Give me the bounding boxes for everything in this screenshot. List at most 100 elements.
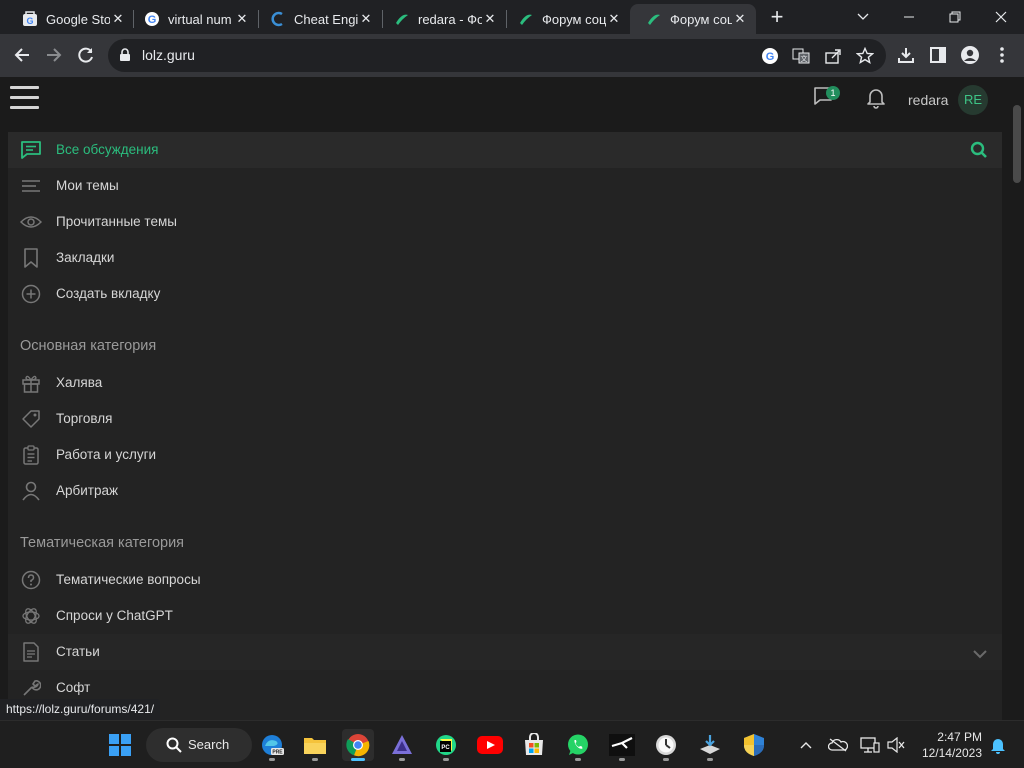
start-button[interactable] [104,729,136,761]
windows-taskbar: Search PRE PC 2:47 PM 12/14/2023 [0,720,1024,768]
avatar[interactable]: RE [958,85,988,115]
restore-button[interactable] [932,0,978,34]
tab-google-store[interactable]: G Google Sto ✕ [6,4,134,34]
nav-label: Работа и услуги [56,447,157,462]
tab-virtual-num[interactable]: G virtual num ✕ [128,4,258,34]
svg-text:文: 文 [801,54,808,63]
tab-title: Форум соц [670,11,732,27]
nav-label: Создать вкладку [56,286,161,301]
clock-date: 12/14/2023 [921,746,982,760]
hamburger-menu-icon[interactable] [10,86,39,111]
close-icon[interactable]: ✕ [732,11,748,27]
tab-redara[interactable]: redara - Фо ✕ [378,4,506,34]
nav-label: Тематические вопросы [56,572,201,587]
close-icon[interactable]: ✕ [234,11,250,27]
new-tab-button[interactable]: + [764,5,790,31]
close-icon[interactable]: ✕ [606,11,622,27]
chrome-app[interactable] [342,729,374,761]
tab-search-button[interactable] [840,0,886,34]
google-lens-icon[interactable]: G [758,44,782,68]
url-text: lolz.guru [142,47,195,63]
chrome-icon [346,734,370,757]
close-icon[interactable]: ✕ [482,11,498,27]
microsoft-store-app[interactable] [518,729,550,761]
store-icon [525,733,543,755]
nav-freebies[interactable]: Халява [8,365,1002,401]
nav-label: Мои темы [56,178,119,193]
nav-read-threads[interactable]: Прочитанные темы [8,204,1002,240]
nav-arbitrage[interactable]: Арбитраж [8,473,1002,509]
edge-dev-app[interactable]: PRE [256,729,288,761]
nav-work-services[interactable]: Работа и услуги [8,437,1002,473]
downloads-button[interactable] [892,41,920,69]
search-icon[interactable] [970,141,988,164]
svg-text:G: G [766,51,775,63]
chevron-up-icon[interactable] [794,733,818,757]
gift-icon [20,373,42,393]
scrollbar-thumb[interactable] [1013,105,1021,183]
minimize-button[interactable] [886,0,932,34]
windows-security-app[interactable] [738,729,770,761]
arrow-right-icon [47,48,62,62]
lolz-icon [518,11,534,27]
side-panel-button[interactable] [924,41,952,69]
nav-ask-chatgpt[interactable]: Спроси у ChatGPT [8,598,1002,634]
tab-forum-1[interactable]: Форум соц ✕ [502,4,630,34]
tab-cheat-engine[interactable]: Cheat Engi ✕ [254,4,382,34]
star-icon[interactable] [853,44,877,68]
arrow-left-icon [14,48,29,62]
nav-trade[interactable]: Торговля [8,401,1002,437]
display-icon[interactable] [858,733,882,757]
notification-bell-icon[interactable] [986,733,1010,757]
share-icon[interactable] [821,44,845,68]
close-icon[interactable]: ✕ [358,11,374,27]
menu-button[interactable] [988,41,1016,69]
shield-icon [744,734,764,756]
clock-app[interactable] [650,729,682,761]
scrollbar-track[interactable] [1010,99,1024,720]
folder-icon [304,738,326,754]
pycharm-app[interactable]: PC [430,729,462,761]
nav-my-threads[interactable]: Мои темы [8,168,1002,204]
notification-count-badge: 1 [826,86,840,100]
forward-button[interactable] [40,41,68,69]
google-icon: G [144,11,160,27]
back-button[interactable] [8,41,36,69]
close-window-button[interactable] [978,0,1024,34]
affinity-icon [392,735,412,754]
close-icon[interactable]: ✕ [110,11,126,27]
windows-icon [109,734,131,756]
chevron-down-icon [857,13,869,20]
nav-create-tab[interactable]: Создать вкладку [8,276,1002,312]
taskbar-search[interactable]: Search [146,728,252,762]
address-bar[interactable]: lolz.guru G 文 [108,39,886,72]
nav-label: Статьи [56,644,100,659]
nav-all-discussions[interactable]: Все обсуждения [8,132,1002,168]
nav-thematic-questions[interactable]: Тематические вопросы [8,562,1002,598]
profile-button[interactable] [956,41,984,69]
question-icon [20,570,42,590]
username[interactable]: redara [908,92,948,108]
steam-app[interactable] [606,729,638,761]
nav-articles[interactable]: Статьи [8,634,1002,670]
tab-forum-active[interactable]: Форум соц ✕ [630,4,756,34]
tab-title: Cheat Engi [294,11,358,27]
youtube-app[interactable] [474,729,506,761]
whatsapp-app[interactable] [562,729,594,761]
nav-label: Торговля [56,411,113,426]
bell-icon[interactable] [865,87,887,114]
lock-icon [120,48,130,61]
lines-icon [20,176,42,196]
nav-bookmarks[interactable]: Закладки [8,240,1002,276]
volume-muted-icon[interactable] [884,733,908,757]
affinity-app[interactable] [386,729,418,761]
onedrive-icon[interactable] [826,733,850,757]
installer-app[interactable] [694,729,726,761]
translate-icon[interactable]: 文 [789,44,813,68]
chevron-down-icon[interactable] [972,646,988,664]
clipboard-icon [20,445,42,465]
system-clock[interactable]: 2:47 PM 12/14/2023 [918,729,982,761]
pycharm-icon: PC [436,735,456,755]
file-explorer-app[interactable] [299,729,331,761]
reload-button[interactable] [72,41,100,69]
